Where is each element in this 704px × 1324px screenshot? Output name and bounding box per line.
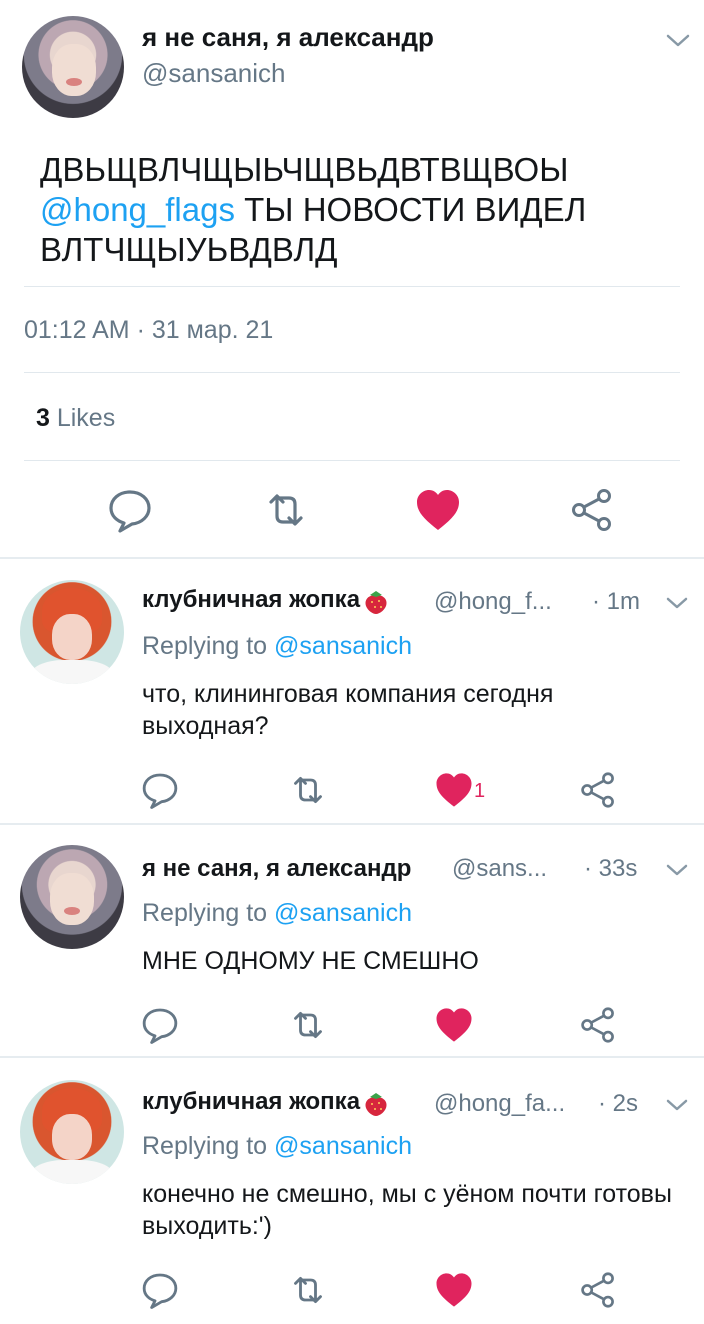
reply-icon[interactable] bbox=[140, 1270, 180, 1310]
chevron-down-icon[interactable] bbox=[664, 592, 690, 614]
likes-number: 3 bbox=[36, 404, 50, 432]
retweet-icon[interactable] bbox=[262, 486, 310, 534]
heart-icon[interactable] bbox=[434, 1005, 474, 1045]
avatar[interactable] bbox=[20, 580, 124, 684]
likes-count[interactable]: 3 Likes bbox=[36, 404, 115, 433]
replying-to: Replying to @sansanich bbox=[142, 632, 412, 660]
tweet-time[interactable]: · 2s bbox=[598, 1090, 638, 1118]
retweet-icon[interactable] bbox=[288, 1270, 328, 1310]
divider bbox=[24, 372, 680, 373]
retweet-icon[interactable] bbox=[288, 1005, 328, 1045]
mention-link[interactable]: @sansanich bbox=[274, 899, 412, 927]
avatar[interactable] bbox=[22, 16, 124, 118]
mention-link[interactable]: @sansanich bbox=[274, 1132, 412, 1160]
tweet-text-line: ТЫ НОВОСТИ ВИДЕЛ bbox=[234, 191, 587, 228]
tweet-text: конечно не смешно, мы с уёном почти гото… bbox=[142, 1180, 672, 1240]
replying-to: Replying to @sansanich bbox=[142, 899, 412, 927]
strawberry-icon bbox=[365, 1092, 387, 1116]
tweet-timestamp[interactable]: 01:12 AM · 31 мар. 21 bbox=[24, 316, 273, 345]
strawberry-icon bbox=[365, 590, 387, 614]
chevron-down-icon[interactable] bbox=[664, 1094, 690, 1116]
avatar[interactable] bbox=[20, 1080, 124, 1184]
reply-icon[interactable] bbox=[106, 486, 154, 534]
user-handle[interactable]: @sansanich bbox=[142, 58, 285, 89]
tweet-time[interactable]: · 1m bbox=[592, 588, 640, 616]
avatar[interactable] bbox=[20, 845, 124, 949]
mention-link[interactable]: @sansanich bbox=[274, 632, 412, 660]
retweet-icon[interactable] bbox=[288, 770, 328, 810]
likes-label: Likes bbox=[49, 404, 116, 432]
heart-icon[interactable] bbox=[434, 1270, 474, 1310]
like-count: 1 bbox=[474, 780, 486, 802]
tweet-text-line: ДВЬЩВЛЧЩЫЬЧЩВЬДВТВЩВОЫ bbox=[40, 151, 569, 188]
main-tweet: я не саня, я александр @sansanich ДВЬЩВЛ… bbox=[0, 0, 704, 558]
reply-icon[interactable] bbox=[140, 1005, 180, 1045]
reply-tweet[interactable]: я не саня, я александр @sans... · 33s Re… bbox=[0, 825, 704, 1057]
tweet-text: ДВЬЩВЛЧЩЫЬЧЩВЬДВТВЩВОЫ @hong_flags ТЫ НО… bbox=[40, 150, 680, 270]
heart-icon[interactable] bbox=[414, 486, 462, 534]
tweet-time[interactable]: · 33s bbox=[584, 855, 637, 883]
share-icon[interactable] bbox=[568, 486, 616, 534]
reply-icon[interactable] bbox=[140, 770, 180, 810]
chevron-down-icon[interactable] bbox=[664, 859, 690, 881]
display-name[interactable]: я не саня, я александр bbox=[142, 855, 411, 883]
display-name[interactable]: клубничная жопка bbox=[142, 586, 390, 615]
tweet-text: что, клининговая компания сегодня выходн… bbox=[142, 680, 554, 740]
chevron-down-icon[interactable] bbox=[664, 28, 692, 52]
display-name[interactable]: клубничная жопка bbox=[142, 1088, 390, 1117]
replying-to: Replying to @sansanich bbox=[142, 1132, 412, 1160]
reply-tweet[interactable]: клубничная жопка @hong_f... · 1m Replyin… bbox=[0, 558, 704, 823]
reply-tweet[interactable]: клубничная жопка @hong_fa... · 2s Replyi… bbox=[0, 1058, 704, 1324]
share-icon[interactable] bbox=[578, 1005, 618, 1045]
user-handle[interactable]: @hong_f... bbox=[434, 588, 552, 616]
heart-icon[interactable] bbox=[434, 770, 474, 810]
user-handle[interactable]: @sans... bbox=[452, 855, 547, 883]
tweet-text: МНЕ ОДНОМУ НЕ СМЕШНО bbox=[142, 947, 479, 975]
tweet-text-line: ВЛТЧЩЫУЬВДВЛД bbox=[40, 231, 338, 268]
display-name[interactable]: я не саня, я александр bbox=[142, 22, 434, 53]
share-icon[interactable] bbox=[578, 770, 618, 810]
divider bbox=[24, 460, 680, 461]
mention-link[interactable]: @hong_flags bbox=[40, 191, 235, 228]
divider bbox=[24, 286, 680, 287]
share-icon[interactable] bbox=[578, 1270, 618, 1310]
user-handle[interactable]: @hong_fa... bbox=[434, 1090, 565, 1118]
